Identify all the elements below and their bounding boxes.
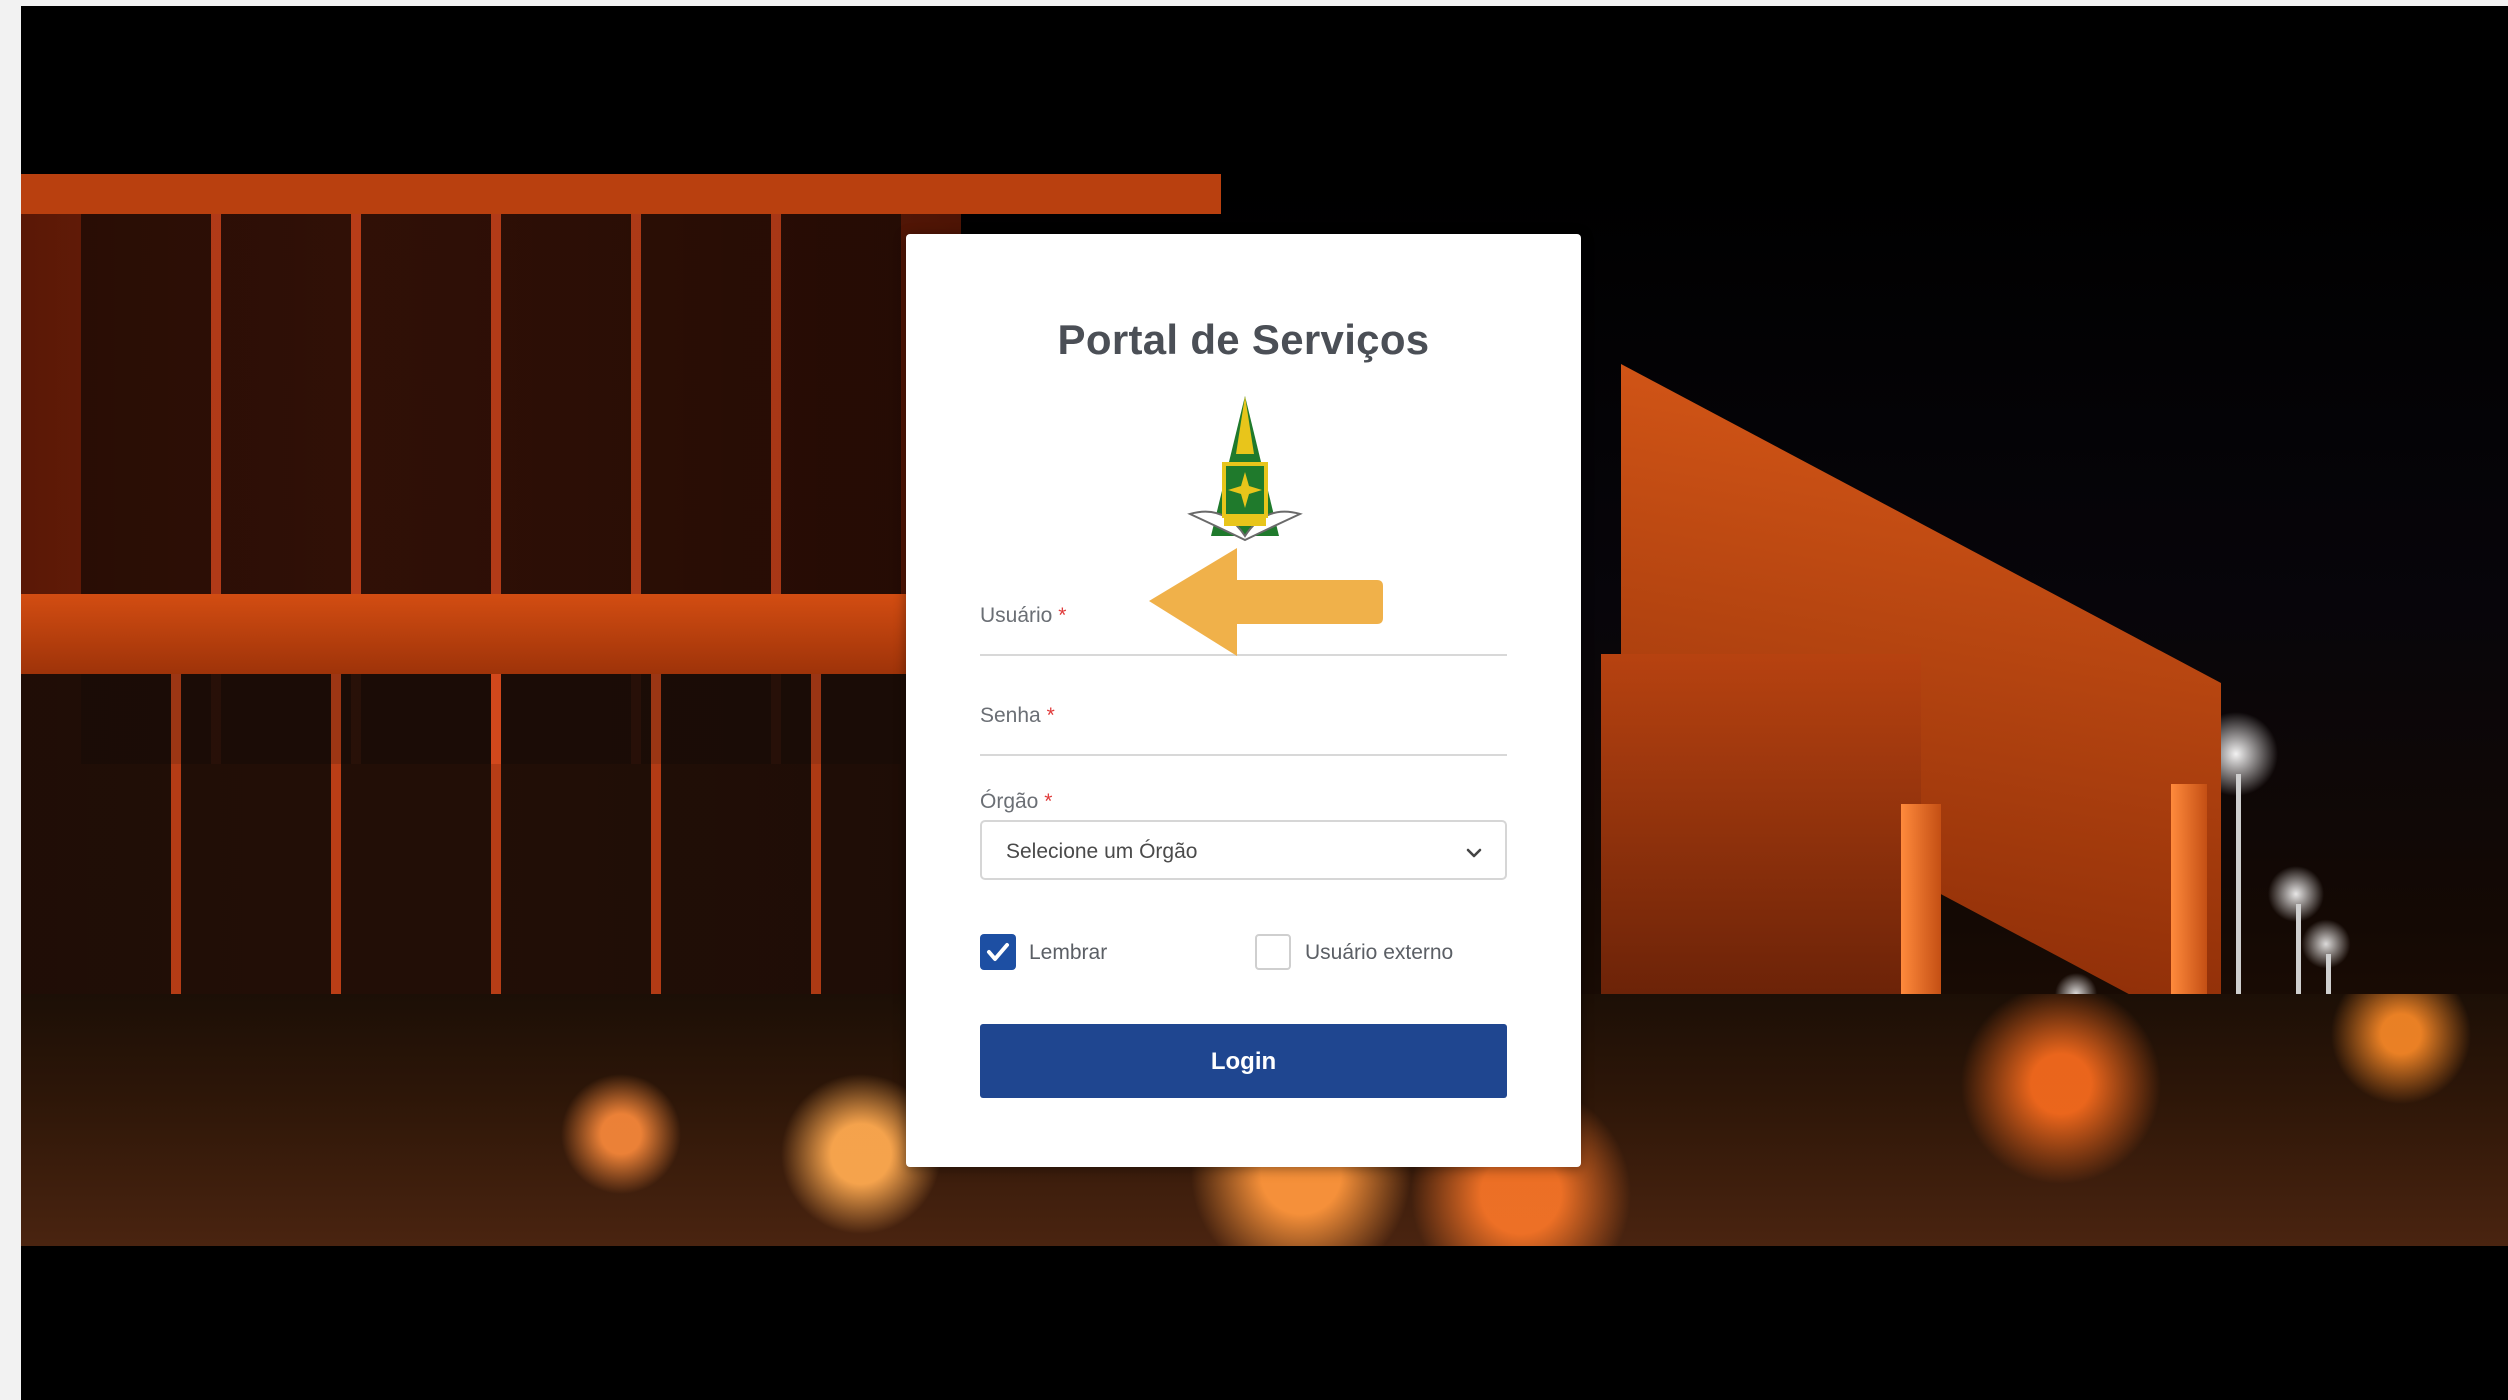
external-user-checkbox[interactable] bbox=[1255, 934, 1291, 970]
username-label: Usuário bbox=[980, 604, 1053, 627]
required-mark: * bbox=[1058, 604, 1067, 627]
crest-icon bbox=[1187, 396, 1303, 542]
required-mark: * bbox=[1046, 704, 1055, 727]
required-mark: * bbox=[1044, 790, 1053, 813]
password-label: Senha bbox=[980, 704, 1041, 727]
options-row: Lembrar Usuário externo bbox=[980, 934, 1507, 974]
org-select-value: Selecione um Órgão bbox=[1006, 840, 1198, 863]
password-field[interactable]: Senha * bbox=[980, 704, 1507, 764]
org-field: Órgão * Selecione um Órgão bbox=[980, 790, 1507, 880]
password-underline bbox=[980, 754, 1507, 756]
remember-label: Lembrar bbox=[1029, 941, 1108, 964]
org-label: Órgão bbox=[980, 790, 1039, 813]
external-user-label: Usuário externo bbox=[1305, 941, 1454, 964]
checkmark-icon bbox=[987, 943, 1009, 961]
login-card: Portal de Serviços Usuário * Senha * Órg… bbox=[906, 234, 1581, 1167]
remember-checkbox[interactable] bbox=[980, 934, 1016, 970]
left-arrow-annotation-icon bbox=[1149, 548, 1383, 656]
page-title: Portal de Serviços bbox=[1057, 316, 1430, 363]
chevron-down-icon bbox=[1466, 848, 1482, 858]
login-button[interactable]: Login bbox=[980, 1024, 1507, 1098]
org-select[interactable]: Selecione um Órgão bbox=[980, 820, 1507, 880]
